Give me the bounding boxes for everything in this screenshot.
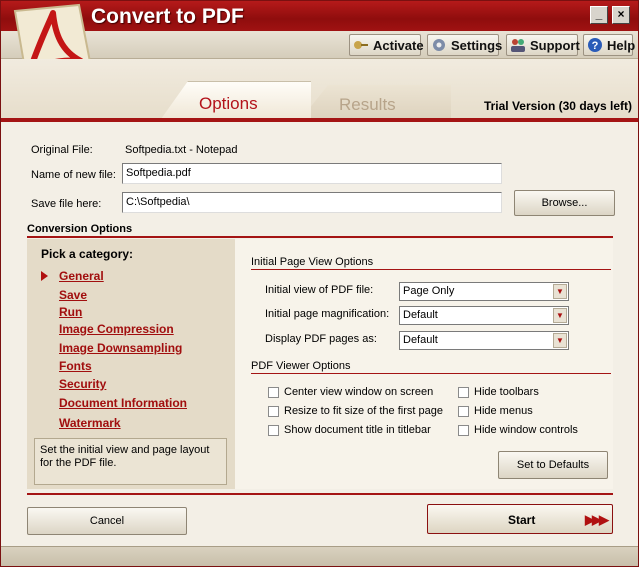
svg-text:?: ?: [592, 40, 599, 52]
set-defaults-button[interactable]: Set to Defaults: [498, 451, 608, 479]
status-bar: [1, 546, 638, 566]
category-run[interactable]: Run: [59, 305, 82, 319]
settings-label: Settings: [451, 37, 503, 53]
conversion-options-title: Conversion Options: [27, 223, 133, 235]
start-arrows-icon: ▶▶▶: [585, 512, 609, 527]
hide-toolbars-label: Hide toolbars: [474, 386, 539, 398]
category-image-downsampling[interactable]: Image Downsampling: [59, 341, 182, 355]
show-title-checkbox[interactable]: [268, 425, 279, 436]
category-document-information[interactable]: Document Information: [59, 396, 187, 410]
users-icon: [510, 37, 526, 53]
browse-button[interactable]: Browse...: [514, 190, 615, 216]
save-location-input[interactable]: C:\Softpedia\: [122, 192, 502, 213]
magnification-label: Initial page magnification:: [265, 308, 390, 320]
chevron-down-icon[interactable]: ▼: [553, 284, 567, 299]
display-pages-value: Default: [403, 334, 438, 346]
pick-category-label: Pick a category:: [41, 247, 134, 261]
start-label: Start: [508, 513, 536, 527]
start-button[interactable]: Start ▶▶▶: [427, 504, 613, 534]
display-pages-select[interactable]: Default ▼: [399, 331, 569, 350]
activate-button[interactable]: Activate: [349, 34, 424, 56]
key-icon: [353, 37, 369, 53]
hide-menus-checkbox[interactable]: [458, 406, 469, 417]
category-image-compression[interactable]: Image Compression: [59, 322, 174, 336]
original-file-value: Softpedia.txt - Notepad: [125, 144, 238, 156]
center-window-checkbox[interactable]: [268, 387, 279, 398]
selected-arrow-icon: [41, 271, 48, 281]
conversion-divider: [27, 236, 613, 238]
hide-controls-checkbox[interactable]: [458, 425, 469, 436]
new-name-input[interactable]: Softpedia.pdf: [122, 163, 502, 184]
hide-menus-label: Hide menus: [474, 405, 533, 417]
resize-window-label: Resize to fit size of the first page: [284, 405, 443, 417]
show-title-label: Show document title in titlebar: [284, 424, 431, 436]
initial-view-label: Initial view of PDF file:: [265, 284, 374, 296]
initial-view-select[interactable]: Page Only ▼: [399, 282, 569, 301]
gear-icon: [431, 37, 447, 53]
center-window-label: Center view window on screen: [284, 386, 434, 398]
help-button[interactable]: ? Help: [583, 34, 636, 56]
viewer-options-divider: [251, 373, 611, 374]
initial-view-divider: [251, 269, 611, 270]
original-file-label: Original File:: [31, 144, 93, 156]
settings-button[interactable]: Settings: [427, 34, 503, 56]
initial-view-title: Initial Page View Options: [251, 256, 374, 268]
category-save[interactable]: Save: [59, 288, 87, 302]
viewer-options-title: PDF Viewer Options: [251, 360, 351, 372]
app-window: Convert to PDF _ × Activate Settings Sup…: [0, 0, 639, 567]
chevron-down-icon[interactable]: ▼: [553, 333, 567, 348]
chevron-down-icon[interactable]: ▼: [553, 308, 567, 323]
support-button[interactable]: Support: [506, 34, 580, 56]
category-watermark[interactable]: Watermark: [59, 416, 121, 430]
bottom-divider: [27, 493, 613, 495]
display-pages-label: Display PDF pages as:: [265, 333, 377, 345]
activate-label: Activate: [373, 37, 424, 53]
category-help-text: Set the initial view and page layout for…: [34, 438, 227, 485]
magnification-value: Default: [403, 309, 438, 321]
trial-status: Trial Version (30 days left): [483, 99, 632, 113]
help-label: Help: [607, 37, 636, 53]
support-label: Support: [530, 37, 580, 53]
initial-view-value: Page Only: [403, 285, 455, 297]
resize-window-checkbox[interactable]: [268, 406, 279, 417]
tab-options-label[interactable]: Options: [199, 94, 258, 114]
category-general[interactable]: General: [59, 269, 104, 283]
hide-controls-label: Hide window controls: [474, 424, 578, 436]
category-fonts[interactable]: Fonts: [59, 359, 92, 373]
close-button[interactable]: ×: [612, 6, 630, 24]
minimize-button[interactable]: _: [590, 6, 608, 24]
hide-toolbars-checkbox[interactable]: [458, 387, 469, 398]
new-name-label: Name of new file:: [31, 169, 116, 181]
help-icon: ?: [587, 37, 603, 53]
save-location-label: Save file here:: [31, 198, 102, 210]
category-security[interactable]: Security: [59, 377, 106, 391]
tab-divider: [1, 118, 638, 122]
window-title: Convert to PDF: [91, 5, 244, 28]
tab-results-label[interactable]: Results: [339, 95, 396, 115]
cancel-button[interactable]: Cancel: [27, 507, 187, 535]
magnification-select[interactable]: Default ▼: [399, 306, 569, 325]
